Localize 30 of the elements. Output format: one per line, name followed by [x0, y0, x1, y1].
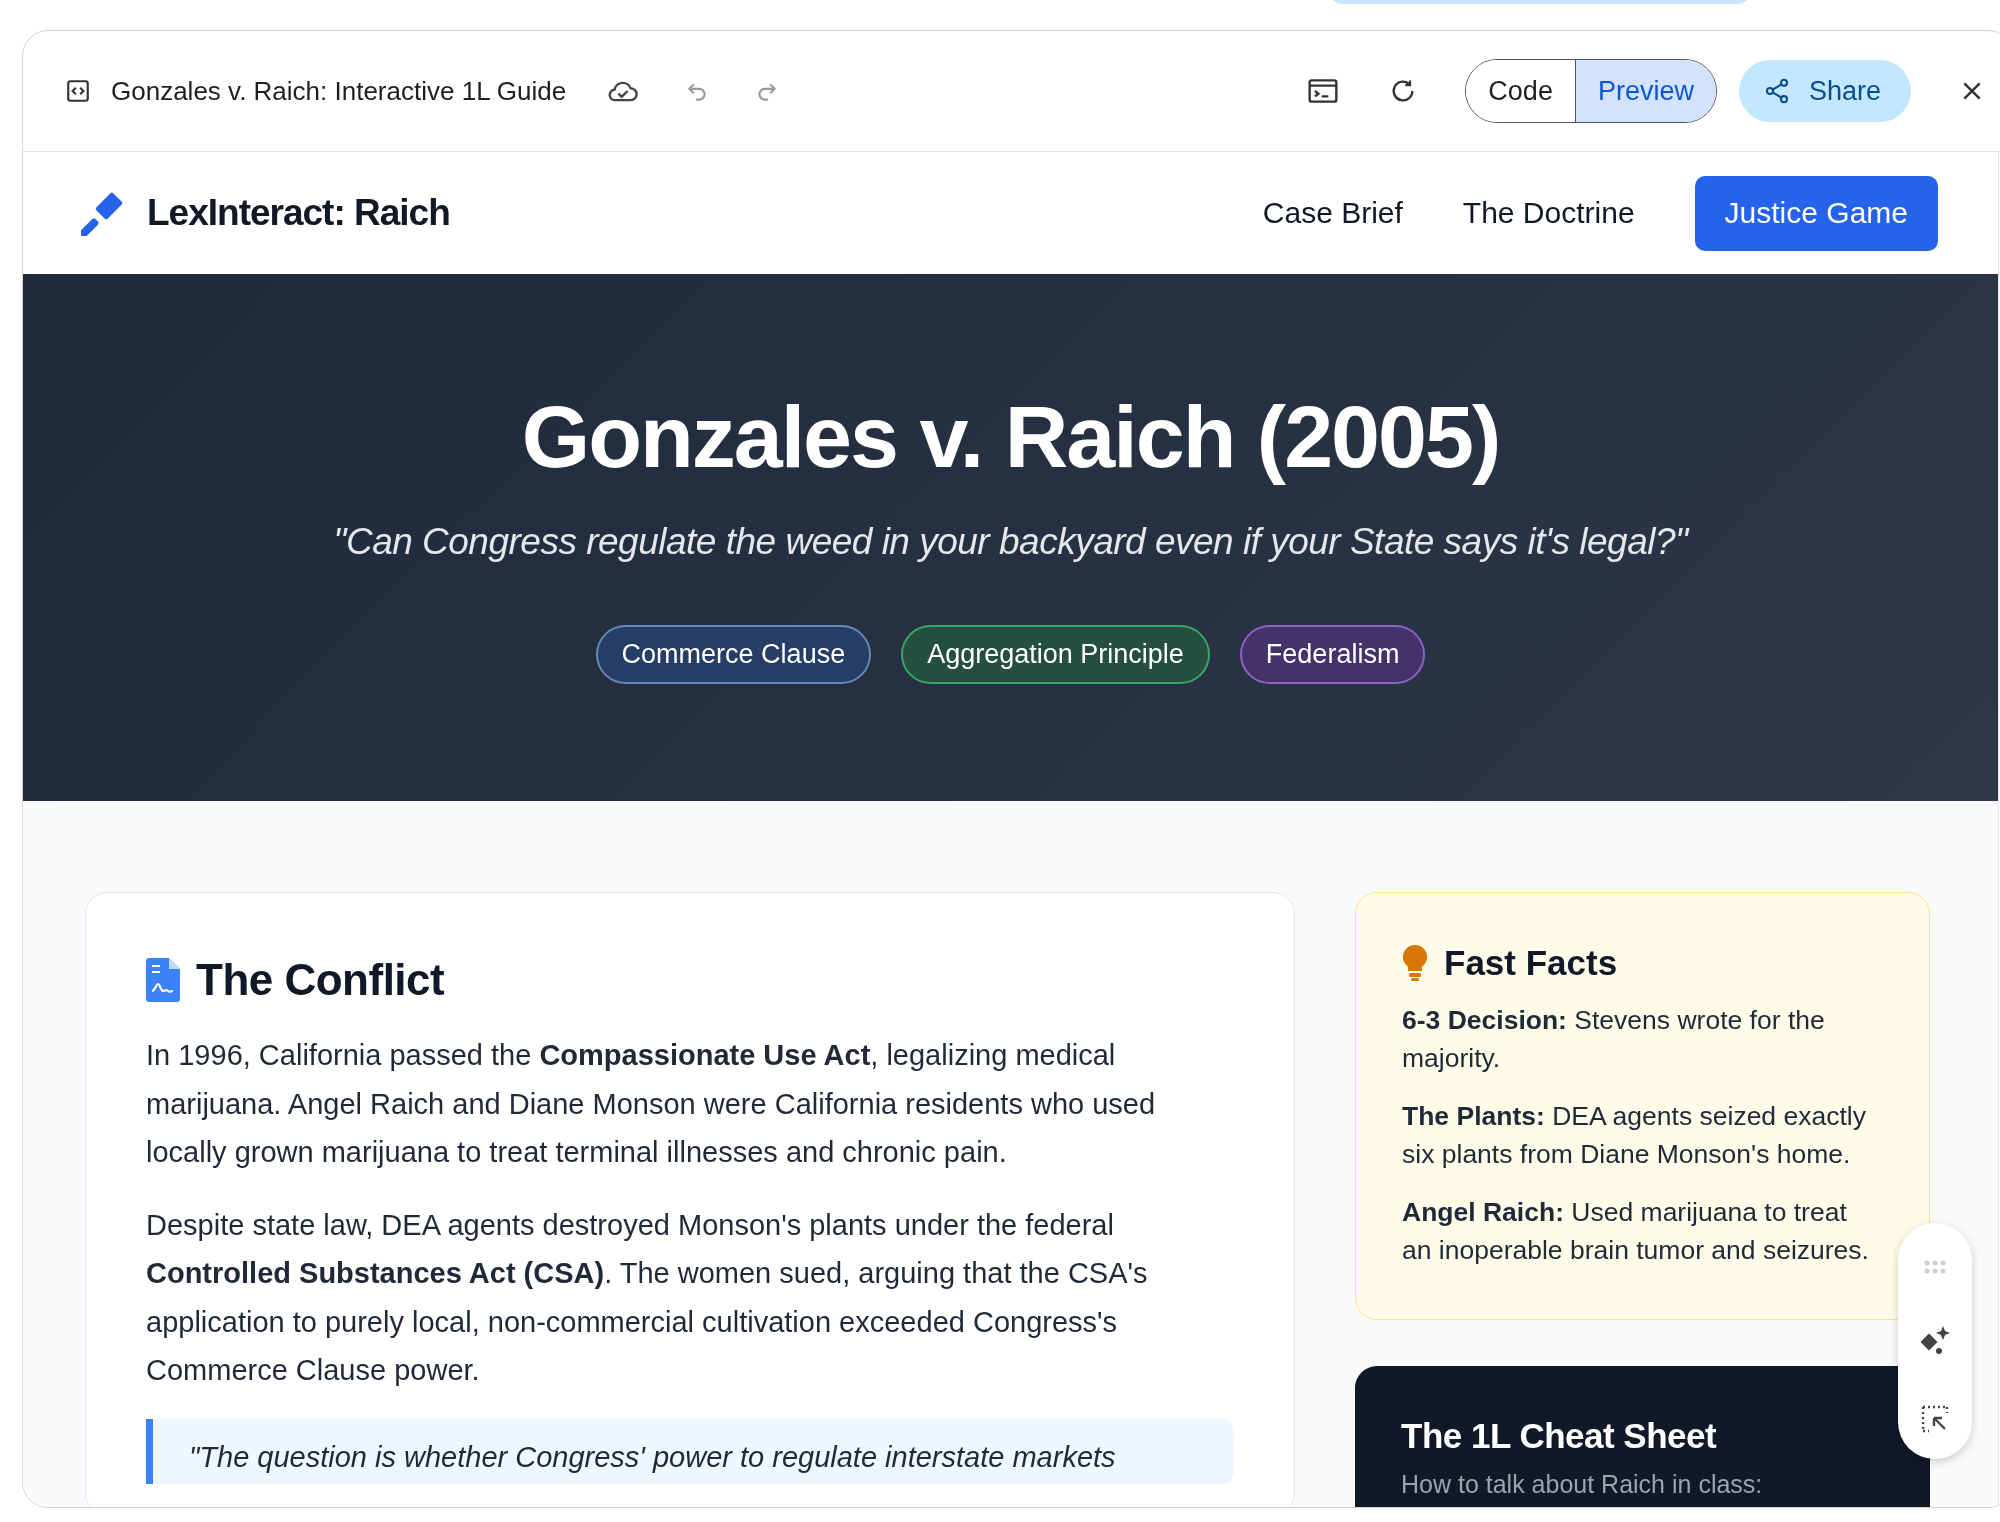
- nav-button[interactable]: Justice Game: [1694, 175, 1938, 251]
- topic-tag: Aggregation Principle: [901, 625, 1210, 685]
- cheat-sheet-heading: The 1L Cheat Sheet: [1401, 1416, 1718, 1456]
- document-icon: [146, 958, 180, 1002]
- nav-link[interactable]: The Doctrine: [1462, 196, 1635, 230]
- hero-title: Gonzales v. Raich (2005): [521, 386, 1500, 488]
- nav-link[interactable]: Case Brief: [1262, 196, 1403, 230]
- fact-text: 6-3 Decision: Stevens wrote for the majority.: [1402, 1004, 1826, 1075]
- app-logo[interactable]: LexInteract: Raich: [147, 192, 450, 234]
- close-icon[interactable]: [1961, 80, 1983, 102]
- paragraph: Despite state law, DEA agents destroyed Monson's plants under the federal Controlled Substances Act (CSA). The women sued, arguing that the CSA's application to purely local, non-commercial cultivation exceeded Congress's Commerce Clause power.: [146, 1207, 1149, 1388]
- terminal-icon[interactable]: [1307, 77, 1340, 105]
- section-heading: The Conflict: [196, 955, 445, 1005]
- fast-facts-heading: Fast Facts: [1444, 943, 1618, 983]
- hero-subtitle: "Can Congress regulate the weed in your backyard even if your State says it's legal?": [333, 521, 1688, 564]
- drag-handle-icon[interactable]: [1923, 1259, 1947, 1275]
- fact-text: Angel Raich: Used marijuana to treat an inoperable brain tumor and seizures.: [1402, 1196, 1870, 1267]
- cheat-sheet-subtitle: How to talk about Raich in class:: [1401, 1470, 1764, 1499]
- sparkle-icon[interactable]: [1919, 1324, 1951, 1356]
- share-button[interactable]: Share: [1738, 60, 1911, 122]
- view-mode-tab[interactable]: Preview: [1574, 60, 1716, 122]
- topic-tag: Federalism: [1239, 625, 1426, 685]
- select-element-icon[interactable]: [1921, 1405, 1949, 1433]
- code-icon: [65, 78, 91, 104]
- fact-text: The Plants: DEA agents seized exactly six plants from Diane Monson's home.: [1402, 1100, 1867, 1171]
- quote-text: "The question is whether Congress' power to regulate interstate markets: [189, 1440, 1116, 1473]
- lightbulb-icon: [1402, 945, 1428, 981]
- project-title: Gonzales v. Raich: Interactive 1L Guide: [111, 75, 567, 107]
- topic-tag: Commerce Clause: [595, 625, 872, 685]
- paragraph: In 1996, California passed the Compassionate Use Act, legalizing medical marijuana. Angel Raich and Diane Monson were California residents who used locally grown marijuana to treat terminal illnesses and chronic pain.: [146, 1038, 1157, 1170]
